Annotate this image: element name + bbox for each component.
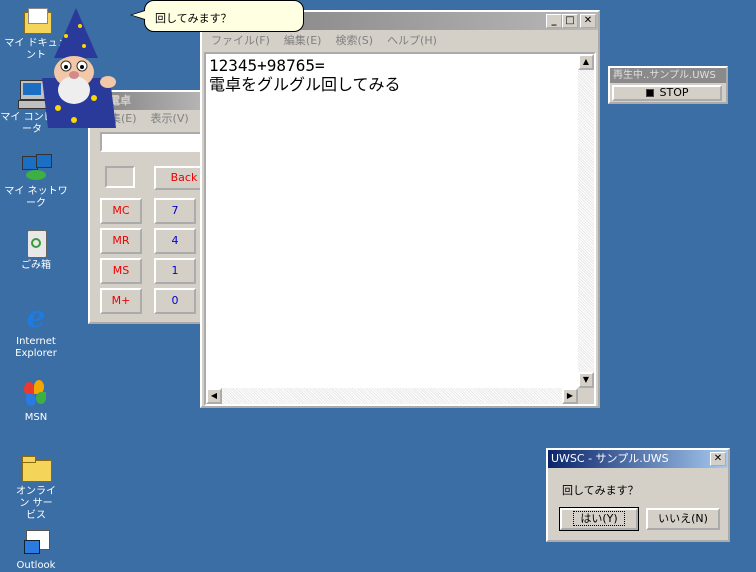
recycle-bin-icon: [20, 226, 52, 258]
no-button[interactable]: いいえ(N): [646, 508, 720, 530]
player-titlebar[interactable]: 再生中..サンプル.UWS: [610, 68, 726, 83]
network-icon: [20, 152, 52, 184]
dialog-titlebar[interactable]: UWSC - サンプル.UWS: [548, 450, 728, 468]
yes-label: はい(Y): [573, 511, 625, 526]
stop-label: STOP: [659, 86, 689, 99]
desktop-icon-online-services[interactable]: オンライン サービス: [4, 452, 68, 522]
scroll-right-button[interactable]: ▶: [562, 388, 578, 404]
yes-button[interactable]: はい(Y): [559, 507, 639, 531]
desktop-icon-network[interactable]: マイ ネットワーク: [4, 152, 68, 210]
menu-edit[interactable]: 編集(E): [284, 34, 322, 47]
mc-button[interactable]: MC: [100, 198, 142, 224]
dialog-close-button[interactable]: ✕: [710, 452, 726, 466]
dialog-message: 回してみます？: [562, 484, 639, 497]
digit-0-button[interactable]: 0: [154, 288, 196, 314]
text-line-1: 12345+98765=: [209, 56, 325, 75]
vertical-scrollbar[interactable]: ▲ ▼: [578, 54, 594, 388]
desktop-icon-label: Outlook: [16, 560, 56, 571]
notepad-window: _ □ ✕ ファイル(F) 編集(E) 検索(S) ヘルプ(H) 12345+9876…: [200, 10, 600, 408]
close-button[interactable]: ✕: [580, 14, 596, 28]
desktop-icon-outlook[interactable]: Outlook: [4, 526, 68, 572]
horizontal-scrollbar[interactable]: ◀ ▶: [206, 388, 578, 404]
ie-icon: e: [26, 300, 46, 335]
uwsc-dialog: UWSC - サンプル.UWS ✕ 回してみます？ はい(Y) いいえ(N): [546, 448, 730, 542]
balloon-text: 回してみます？: [155, 12, 232, 25]
balloon-tail-fill: [132, 11, 145, 19]
desktop-icon-label: ごみ箱: [21, 260, 51, 271]
size-grip[interactable]: [578, 388, 594, 404]
scroll-left-button[interactable]: ◀: [206, 388, 222, 404]
desktop-icon-label: Internet Explorer: [15, 336, 57, 359]
desktop-icon-internet-explorer[interactable]: e Internet Explorer: [4, 302, 68, 360]
notepad-text-area[interactable]: 12345+98765= 電卓をグルグル回してみる ▲ ▼ ◀ ▶: [204, 52, 596, 406]
text-line-2: 電卓をグルグル回してみる: [209, 75, 401, 94]
scroll-down-button[interactable]: ▼: [578, 372, 594, 388]
desktop-icon-recycle-bin[interactable]: ごみ箱: [4, 226, 68, 272]
scroll-up-button[interactable]: ▲: [578, 54, 594, 70]
menu-view[interactable]: 表示(V): [151, 112, 189, 125]
wizard-icon: [42, 8, 116, 128]
notepad-menubar: ファイル(F) 編集(E) 検索(S) ヘルプ(H): [202, 32, 598, 50]
player-window: 再生中..サンプル.UWS STOP: [608, 66, 728, 104]
digit-7-button[interactable]: 7: [154, 198, 196, 224]
m-plus-button[interactable]: M+: [100, 288, 142, 314]
outlook-icon: [20, 526, 52, 558]
wizard-assistant[interactable]: [34, 8, 118, 128]
msn-icon: [20, 378, 52, 410]
stop-button[interactable]: STOP: [612, 85, 722, 101]
stop-icon: [645, 89, 654, 97]
menu-file[interactable]: ファイル(F): [211, 34, 270, 47]
ms-button[interactable]: MS: [100, 258, 142, 284]
maximize-button[interactable]: □: [562, 14, 578, 28]
speech-balloon: 回してみます？: [144, 0, 304, 32]
dialog-title: UWSC - サンプル.UWS: [551, 452, 669, 465]
mr-button[interactable]: MR: [100, 228, 142, 254]
desktop-icon-label: マイ ネットワーク: [4, 186, 68, 209]
desktop-icon-label: オンライン サービス: [16, 486, 56, 521]
digit-4-button[interactable]: 4: [154, 228, 196, 254]
menu-help[interactable]: ヘルプ(H): [387, 34, 437, 47]
folder-icon: [20, 452, 52, 484]
digit-1-button[interactable]: 1: [154, 258, 196, 284]
desktop-icon-label: MSN: [24, 412, 48, 423]
desktop-icon-msn[interactable]: MSN: [4, 378, 68, 424]
menu-search[interactable]: 検索(S): [335, 34, 373, 47]
calculator-memory-indicator: [105, 166, 135, 188]
minimize-button[interactable]: _: [546, 14, 562, 28]
